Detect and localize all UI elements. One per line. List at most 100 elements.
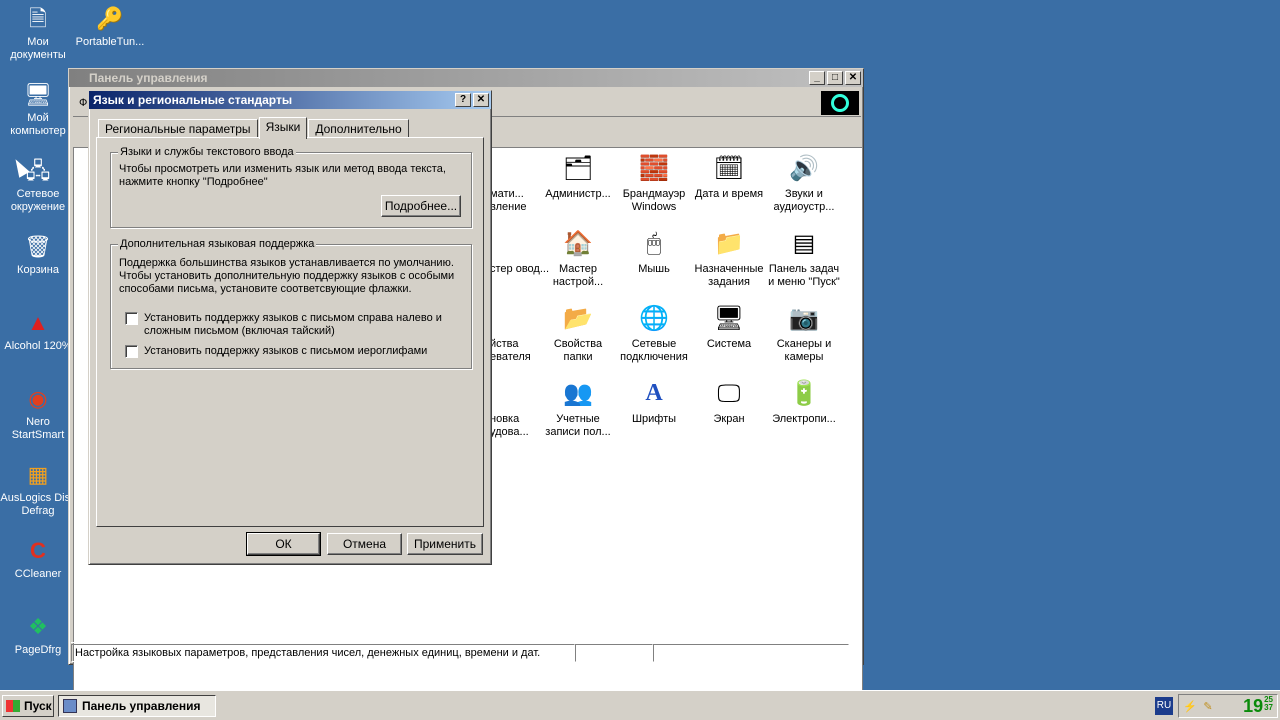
control-panel-titlebar[interactable]: Панель управления _ □ ✕ (69, 69, 863, 87)
admin-tools-icon: 🗂 (562, 154, 594, 182)
alcohol-icon: ▲ (27, 309, 49, 335)
start-label: Пуск (24, 699, 52, 713)
camera-icon: 📷 (789, 304, 819, 332)
checkbox-box[interactable] (125, 312, 138, 325)
cp-item-label: Электропи... (772, 413, 836, 425)
tab-advanced[interactable]: Дополнительно (308, 119, 409, 138)
clock[interactable]: 19 25 37 (1243, 695, 1273, 717)
cp-item-label: Система (706, 338, 752, 350)
cp-item-label: Панель задач и меню "Пуск" (768, 263, 840, 288)
complex-script-checkbox[interactable]: Установить поддержку языков с письмом сп… (125, 312, 465, 338)
taskbar-button-control-panel[interactable]: Панель управления (58, 695, 216, 717)
cp-item-scheduled-tasks[interactable]: 📁 Назначенные задания (691, 227, 767, 289)
windows-flag-icon (6, 700, 20, 712)
desktop-icon-recycle-bin[interactable]: 🗑 Корзина (0, 230, 76, 277)
desktop-icon-label: Nero StartSmart (11, 416, 65, 441)
ok-button[interactable]: ОК (246, 532, 321, 556)
cp-item-datetime[interactable]: 🗓 Дата и время (691, 152, 767, 201)
checkbox-box[interactable] (125, 345, 138, 358)
minimize-button[interactable]: _ (809, 71, 825, 85)
defrag-icon: ▦ (27, 461, 49, 487)
system-icon: 🖥 (713, 304, 745, 332)
group-title: Дополнительная языковая поддержка (118, 238, 317, 250)
desktop-icon-auslogics[interactable]: ▦ AusLogics Disk Defrag (0, 458, 76, 518)
desktop-icon-label: Мои документы (10, 36, 66, 61)
east-asian-checkbox[interactable]: Установить поддержку языков с письмом ие… (125, 345, 465, 358)
tray-tools-icon[interactable]: ✎ (1201, 699, 1215, 713)
clock-hours: 19 (1243, 695, 1264, 716)
cp-item-label: Учетные записи пол... (545, 413, 611, 438)
dialog-titlebar[interactable]: Язык и региональные стандарты ? ✕ (89, 91, 491, 109)
taskbar-icon: ▤ (792, 229, 816, 257)
cp-item-fonts[interactable]: A Шрифты (616, 377, 692, 426)
fonts-icon: A (645, 379, 663, 406)
calendar-icon: 🗓 (713, 154, 745, 182)
cp-item-label: Мастер настрой... (552, 263, 604, 288)
close-button[interactable]: ✕ (845, 71, 861, 85)
ccleaner-icon: C (30, 537, 46, 563)
cancel-button[interactable]: Отмена (327, 533, 402, 555)
cp-item-label: Звуки и аудиоустр... (773, 188, 835, 213)
cp-item-system[interactable]: 🖥 Система (691, 302, 767, 351)
desktop-icon-my-computer[interactable]: 🖥 Мой компьютер (0, 78, 76, 138)
languages-tab-panel: Языки и службы текстового ввода Чтобы пр… (96, 137, 484, 527)
cp-item-folder-options[interactable]: 📂 Свойства папки (540, 302, 616, 364)
cp-item-label: Дата и время (694, 188, 764, 200)
cp-item-network-connections[interactable]: 🌐 Сетевые подключения (616, 302, 692, 364)
group-text-services: Языки и службы текстового ввода Чтобы пр… (110, 146, 472, 228)
folder-documents-icon: 🗎 (29, 5, 47, 31)
cp-item-taskbar[interactable]: ▤ Панель задач и меню "Пуск" (766, 227, 842, 289)
tab-regional[interactable]: Региональные параметры (98, 119, 258, 138)
desktop-icon-alcohol[interactable]: ▲ Alcohol 120% (0, 306, 76, 353)
menu-file[interactable]: Ф (79, 97, 87, 109)
cp-item-label: Свойства папки (553, 338, 603, 363)
tab-languages[interactable]: Языки (258, 117, 308, 139)
group-description: Поддержка большинства языков устанавлива… (119, 257, 455, 295)
cp-item-label: Мышь (638, 263, 670, 275)
group-title: Языки и службы текстового ввода (118, 146, 296, 158)
computer-icon: 🖥 (24, 81, 52, 107)
cp-item-sounds[interactable]: 🔊 Звуки и аудиоустр... (766, 152, 842, 214)
power-icon: 🔋 (789, 379, 819, 407)
desktop-icon-pagedfrg[interactable]: ❖ PageDfrg (0, 610, 76, 657)
cp-item-label: Экран (713, 413, 745, 425)
cp-item-setup-wizard[interactable]: 🏠 Мастер настрой... (540, 227, 616, 289)
desktop-icon-portabletuneup[interactable]: 🔑 PortableTun... (72, 2, 148, 49)
start-button[interactable]: Пуск (2, 695, 54, 717)
tray-network-icon[interactable]: ⚡ (1183, 699, 1197, 713)
language-indicator[interactable]: RU (1155, 697, 1173, 715)
system-tray: ⚡ ✎ 19 25 37 (1178, 694, 1278, 718)
desktop-icon-nero[interactable]: ◉ Nero StartSmart (0, 382, 76, 442)
cp-item-label: Брандмауэр Windows (622, 188, 686, 213)
control-panel-title: Панель управления (89, 71, 208, 85)
cp-item-firewall[interactable]: 🧱 Брандмауэр Windows (616, 152, 692, 214)
desktop-icon-label: Alcohol 120% (4, 340, 72, 352)
close-button[interactable]: ✕ (473, 93, 489, 107)
cp-item-scanners[interactable]: 📷 Сканеры и камеры (766, 302, 842, 364)
help-button[interactable]: ? (455, 93, 471, 107)
task-label: Панель управления (82, 699, 201, 713)
cp-item-admin[interactable]: 🗂 Администр... (540, 152, 616, 201)
desktop-icon-label: PortableTun... (75, 36, 145, 48)
home-network-icon: 🏠 (563, 229, 593, 257)
desktop-icon-label: Сетевое окружение (10, 188, 66, 213)
clock-secs: 37 (1264, 702, 1273, 712)
desktop-icon-ccleaner[interactable]: C CCleaner (0, 534, 76, 581)
cp-item-power[interactable]: 🔋 Электропи... (766, 377, 842, 426)
dialog-title: Язык и региональные стандарты (93, 93, 293, 107)
windows-logo-icon (821, 91, 859, 115)
cp-item-user-accounts[interactable]: 👥 Учетные записи пол... (540, 377, 616, 439)
desktop-icon-label: CCleaner (14, 568, 62, 580)
desktop-icon-my-documents[interactable]: 🗎 Мои документы (0, 2, 76, 62)
cp-item-mouse[interactable]: 🖱 Мышь (616, 227, 692, 276)
checkbox-label: Установить поддержку языков с письмом ие… (144, 345, 428, 357)
status-cell (653, 643, 849, 662)
apply-button[interactable]: Применить (407, 533, 483, 555)
cp-item-display[interactable]: 🖵 Экран (691, 377, 767, 426)
portable-tuneup-icon: 🔑 (96, 5, 124, 31)
firewall-icon: 🧱 (639, 154, 669, 182)
nero-icon: ◉ (28, 385, 48, 411)
details-button[interactable]: Подробнее... (381, 195, 461, 217)
mouse-icon: 🖱 (646, 229, 662, 257)
maximize-button[interactable]: □ (827, 71, 843, 85)
